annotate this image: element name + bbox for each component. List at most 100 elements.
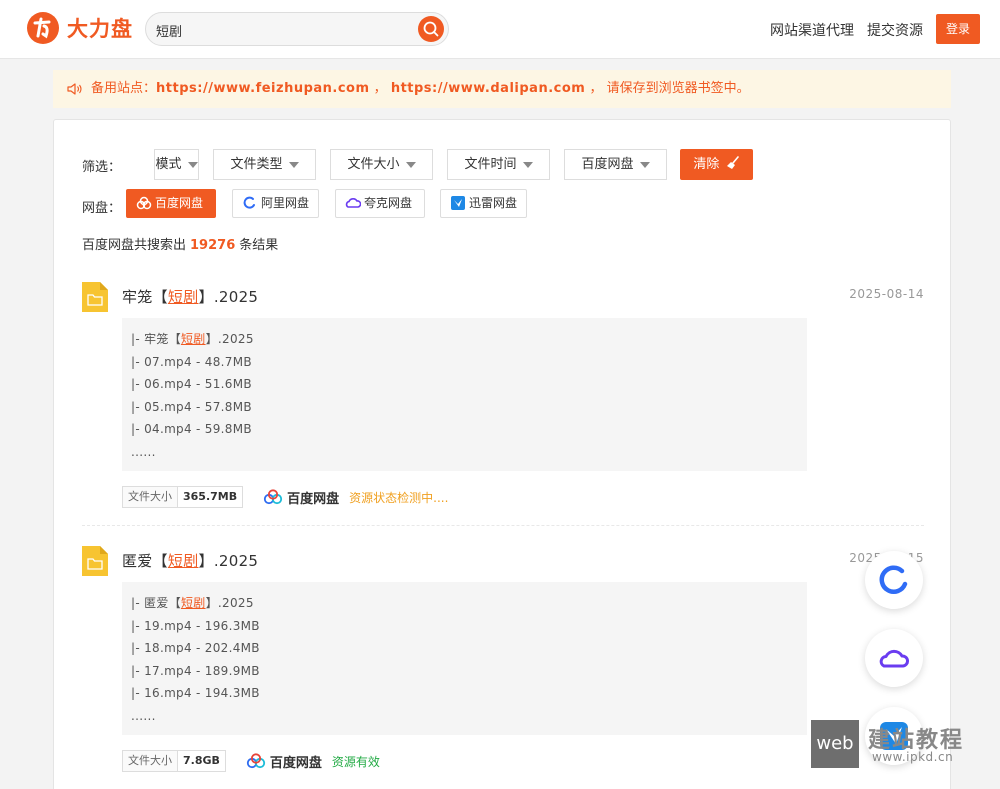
size-tag: 文件大小 365.7MB [122, 486, 244, 508]
dropdown-label: 文件类型 [230, 157, 283, 172]
file-line: |- 18.mp4 - 202.4MB [131, 641, 260, 655]
pan-tab-baidu[interactable]: 百度网盘 [126, 189, 216, 218]
pan-source: 百度网盘 [263, 488, 339, 507]
notice-url-1[interactable]: https://www.feizhupan.com [156, 70, 370, 108]
pan-tab-label: 夸克网盘 [364, 196, 413, 210]
file-line-text: |- 匿爱【 [131, 596, 181, 610]
caret-down-icon [187, 161, 198, 168]
quark-pan-icon [345, 198, 361, 208]
dropdown-label: 模式 [155, 157, 182, 172]
title-highlight: 短剧 [167, 288, 199, 306]
dropdown-label: 文件大小 [347, 157, 400, 172]
pan-source-label: 百度网盘 [269, 755, 322, 771]
pan-tab-aliyun[interactable]: 阿里网盘 [232, 189, 319, 218]
caret-down-icon [405, 161, 416, 168]
notice-prefix: 备用站点： [91, 81, 157, 96]
file-line: |- 05.mp4 - 57.8MB [131, 399, 252, 414]
result-count-number: 19276 [190, 238, 236, 253]
search-box [145, 12, 449, 46]
result-count: 百度网盘共搜索出 19276 条结果 [82, 234, 278, 253]
size-label: 文件大小 [123, 751, 178, 771]
pan-tab-label: 迅雷网盘 [469, 196, 518, 210]
pan-tab-xunlei[interactable]: 迅雷网盘 [440, 189, 527, 218]
pan-tab-quark[interactable]: 夸克网盘 [335, 189, 425, 218]
file-line: |- 06.mp4 - 51.6MB [131, 377, 252, 391]
file-line: |- 匿爱【短剧】.2025 [131, 592, 807, 615]
result-date: 2025-08-14 [849, 287, 924, 301]
search-input[interactable] [156, 21, 416, 39]
notice-bar: 备用站点： https://www.feizhupan.com ， https:… [53, 70, 951, 108]
pan-source: 百度网盘 [246, 752, 322, 771]
clear-filters-button[interactable]: 清除 [680, 149, 753, 180]
clear-label: 清除 [693, 157, 720, 172]
notice-url-2[interactable]: https://www.dalipan.com [391, 70, 586, 108]
folder-icon [82, 546, 108, 576]
dropdown-label: 文件时间 [464, 157, 517, 172]
filter-filetype-dropdown[interactable]: 文件类型 [213, 149, 316, 180]
file-line: |- 19.mp4 - 196.3MB [131, 618, 260, 633]
filter-label: 筛选： [82, 160, 122, 175]
file-line-highlight: 短剧 [181, 596, 206, 610]
aliyun-icon [879, 565, 908, 594]
divider [82, 525, 924, 526]
file-list: |- 匿爱【短剧】.2025 |- 19.mp4 - 196.3MB |- 18… [122, 582, 807, 735]
notice-suffix: ， 请保存到浏览器书签中。 [585, 81, 750, 96]
pan-tab-label: 阿里网盘 [261, 196, 310, 210]
baidu-pan-icon [264, 489, 283, 505]
file-line: ...... [131, 444, 156, 459]
filter-filesize-dropdown[interactable]: 文件大小 [330, 149, 433, 180]
logo[interactable]: 大力盘 [27, 12, 133, 44]
file-line: |- 07.mp4 - 48.7MB [131, 354, 252, 369]
size-tag: 文件大小 7.8GB [122, 750, 226, 772]
speaker-icon [67, 83, 82, 95]
filter-filetime-dropdown[interactable]: 文件时间 [447, 149, 550, 180]
result-title[interactable]: 匿爱【短剧】.2025 [122, 550, 258, 571]
size-label: 文件大小 [123, 487, 178, 507]
watermark-url: www.ipkd.cn [872, 750, 954, 764]
search-icon [423, 21, 439, 37]
file-line-text: |- 牢笼【 [131, 332, 181, 346]
baidu-pan-icon [246, 753, 266, 769]
result-meta: 文件大小 7.8GB 百度网盘 资源有效 [122, 750, 380, 772]
folder-icon [82, 282, 108, 312]
filter-mode-dropdown[interactable]: 模式 [154, 149, 199, 180]
caret-down-icon [639, 161, 650, 168]
nav-channel-agent[interactable]: 网站渠道代理 [770, 20, 854, 40]
result-count-suffix: 条结果 [239, 238, 279, 253]
pan-source-label: 百度网盘 [287, 491, 340, 507]
file-line: |- 17.mp4 - 189.9MB [131, 663, 260, 678]
xunlei-pan-icon [451, 196, 465, 210]
results-card: 筛选： 模式 文件类型 文件大小 文件时间 百度网盘 清除 网盘： 百度网盘 阿… [53, 119, 951, 789]
nav-submit-resource[interactable]: 提交资源 [867, 20, 923, 40]
title-text: 牢笼【 [122, 288, 168, 306]
logo-text: 大力盘 [67, 17, 133, 41]
dropdown-label: 百度网盘 [581, 157, 634, 172]
logo-icon [27, 12, 59, 44]
search-button[interactable] [418, 16, 444, 42]
title-text: 】.2025 [198, 552, 259, 570]
quark-icon [879, 649, 910, 668]
resource-status: 资源有效 [331, 754, 380, 769]
caret-down-icon [288, 161, 299, 168]
watermark-box: web [811, 720, 859, 768]
file-line: |- 04.mp4 - 59.8MB [131, 422, 252, 436]
title-highlight: 短剧 [167, 552, 199, 570]
pan-tab-label: 百度网盘 [155, 196, 204, 210]
title-text: 】.2025 [198, 288, 259, 306]
file-line-text: 】.2025 [205, 596, 254, 610]
file-line: |- 16.mp4 - 194.3MB [131, 686, 260, 700]
size-value: 365.7MB [183, 490, 238, 503]
title-text: 匿爱【 [122, 552, 168, 570]
filter-pan-dropdown[interactable]: 百度网盘 [564, 149, 667, 180]
caret-down-icon [522, 161, 533, 168]
login-button[interactable]: 登录 [936, 14, 980, 44]
result-title[interactable]: 牢笼【短剧】.2025 [122, 286, 258, 307]
float-aliyun-button[interactable] [865, 551, 923, 609]
aliyun-pan-icon [243, 196, 255, 209]
resource-status: 资源状态检测中.... [349, 490, 449, 505]
result-meta: 文件大小 365.7MB 百度网盘 资源状态检测中.... [122, 486, 448, 508]
pan-label: 网盘： [82, 201, 122, 216]
float-quark-button[interactable] [865, 629, 923, 687]
header: 大力盘 网站渠道代理 提交资源 登录 [0, 0, 1000, 59]
broom-icon [726, 156, 739, 169]
